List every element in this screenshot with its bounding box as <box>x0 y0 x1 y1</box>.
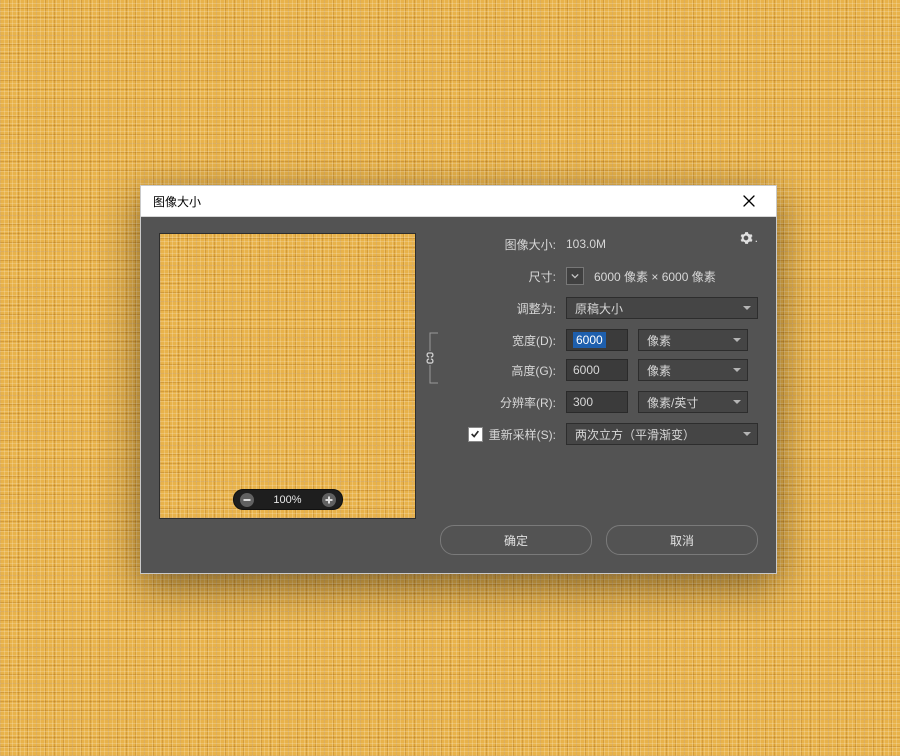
height-input[interactable]: 6000 <box>566 359 628 381</box>
height-unit-select[interactable]: 像素 <box>638 359 748 381</box>
width-unit-select[interactable]: 像素 <box>638 329 748 351</box>
resolution-value: 300 <box>573 395 593 409</box>
dimensions-label: 尺寸: <box>440 268 556 285</box>
resolution-label: 分辨率(R): <box>440 394 556 411</box>
image-size-label: 图像大小: <box>440 236 556 253</box>
zoom-out-button[interactable] <box>240 493 254 507</box>
resample-method-select[interactable]: 两次立方（平滑渐变） <box>566 423 758 445</box>
height-unit-value: 像素 <box>647 362 671 379</box>
dialog-body: 100% . 图像大小: 103.0M <box>141 217 776 573</box>
close-icon <box>743 195 755 207</box>
height-value: 6000 <box>573 363 600 377</box>
height-row: 高度(G): 6000 像素 <box>440 359 758 381</box>
dimensions-row: 尺寸: 6000 像素 × 6000 像素 <box>440 265 758 287</box>
fit-to-label: 调整为: <box>440 300 556 317</box>
link-icon <box>424 351 436 365</box>
cancel-button-label: 取消 <box>670 532 694 549</box>
image-size-row: 图像大小: 103.0M <box>440 233 758 255</box>
width-unit-value: 像素 <box>647 332 671 349</box>
resolution-input[interactable]: 300 <box>566 391 628 413</box>
caret-icon: . <box>755 232 758 244</box>
fit-to-value: 原稿大小 <box>575 300 623 317</box>
image-size-dialog: 图像大小 100% <box>140 185 777 574</box>
resample-checkbox[interactable] <box>468 427 483 442</box>
zoom-control: 100% <box>233 489 343 510</box>
resolution-unit-value: 像素/英寸 <box>647 394 698 411</box>
width-label: 宽度(D): <box>440 332 556 349</box>
close-button[interactable] <box>732 187 766 215</box>
dimensions-disclosure[interactable] <box>566 267 584 285</box>
chevron-down-icon <box>571 272 579 280</box>
check-icon <box>470 429 480 439</box>
form-panel: . 图像大小: 103.0M 尺寸: 6000 像素 × 6000 像素 <box>440 233 758 555</box>
ok-button-label: 确定 <box>504 532 528 549</box>
backdrop: 图像大小 100% <box>0 0 900 756</box>
image-size-value: 103.0M <box>566 237 606 251</box>
zoom-in-button[interactable] <box>322 493 336 507</box>
width-height-block: 宽度(D): 6000 像素 高度(G): 6000 <box>440 329 758 381</box>
resample-method-value: 两次立方（平滑渐变） <box>575 426 695 443</box>
constrain-proportions-toggle[interactable] <box>423 351 437 365</box>
resolution-row: 分辨率(R): 300 像素/英寸 <box>440 391 758 413</box>
width-row: 宽度(D): 6000 像素 <box>440 329 758 351</box>
resample-label: 重新采样(S): <box>489 426 556 443</box>
dialog-title: 图像大小 <box>153 193 201 210</box>
width-value: 6000 <box>573 332 606 348</box>
gear-icon <box>739 231 753 245</box>
ok-button[interactable]: 确定 <box>440 525 592 555</box>
titlebar: 图像大小 <box>141 186 776 217</box>
fit-to-row: 调整为: 原稿大小 <box>440 297 758 319</box>
fit-to-select[interactable]: 原稿大小 <box>566 297 758 319</box>
options-menu-button[interactable]: . <box>739 231 758 245</box>
resample-row: 重新采样(S): 两次立方（平滑渐变） <box>440 423 758 445</box>
height-label: 高度(G): <box>440 362 556 379</box>
cancel-button[interactable]: 取消 <box>606 525 758 555</box>
dimensions-value: 6000 像素 × 6000 像素 <box>594 268 716 285</box>
plus-icon <box>325 496 333 504</box>
action-buttons: 确定 取消 <box>440 525 758 555</box>
zoom-value: 100% <box>254 494 322 506</box>
resolution-unit-select[interactable]: 像素/英寸 <box>638 391 748 413</box>
minus-icon <box>243 496 251 504</box>
preview-panel[interactable]: 100% <box>159 233 416 519</box>
width-input[interactable]: 6000 <box>566 329 628 351</box>
